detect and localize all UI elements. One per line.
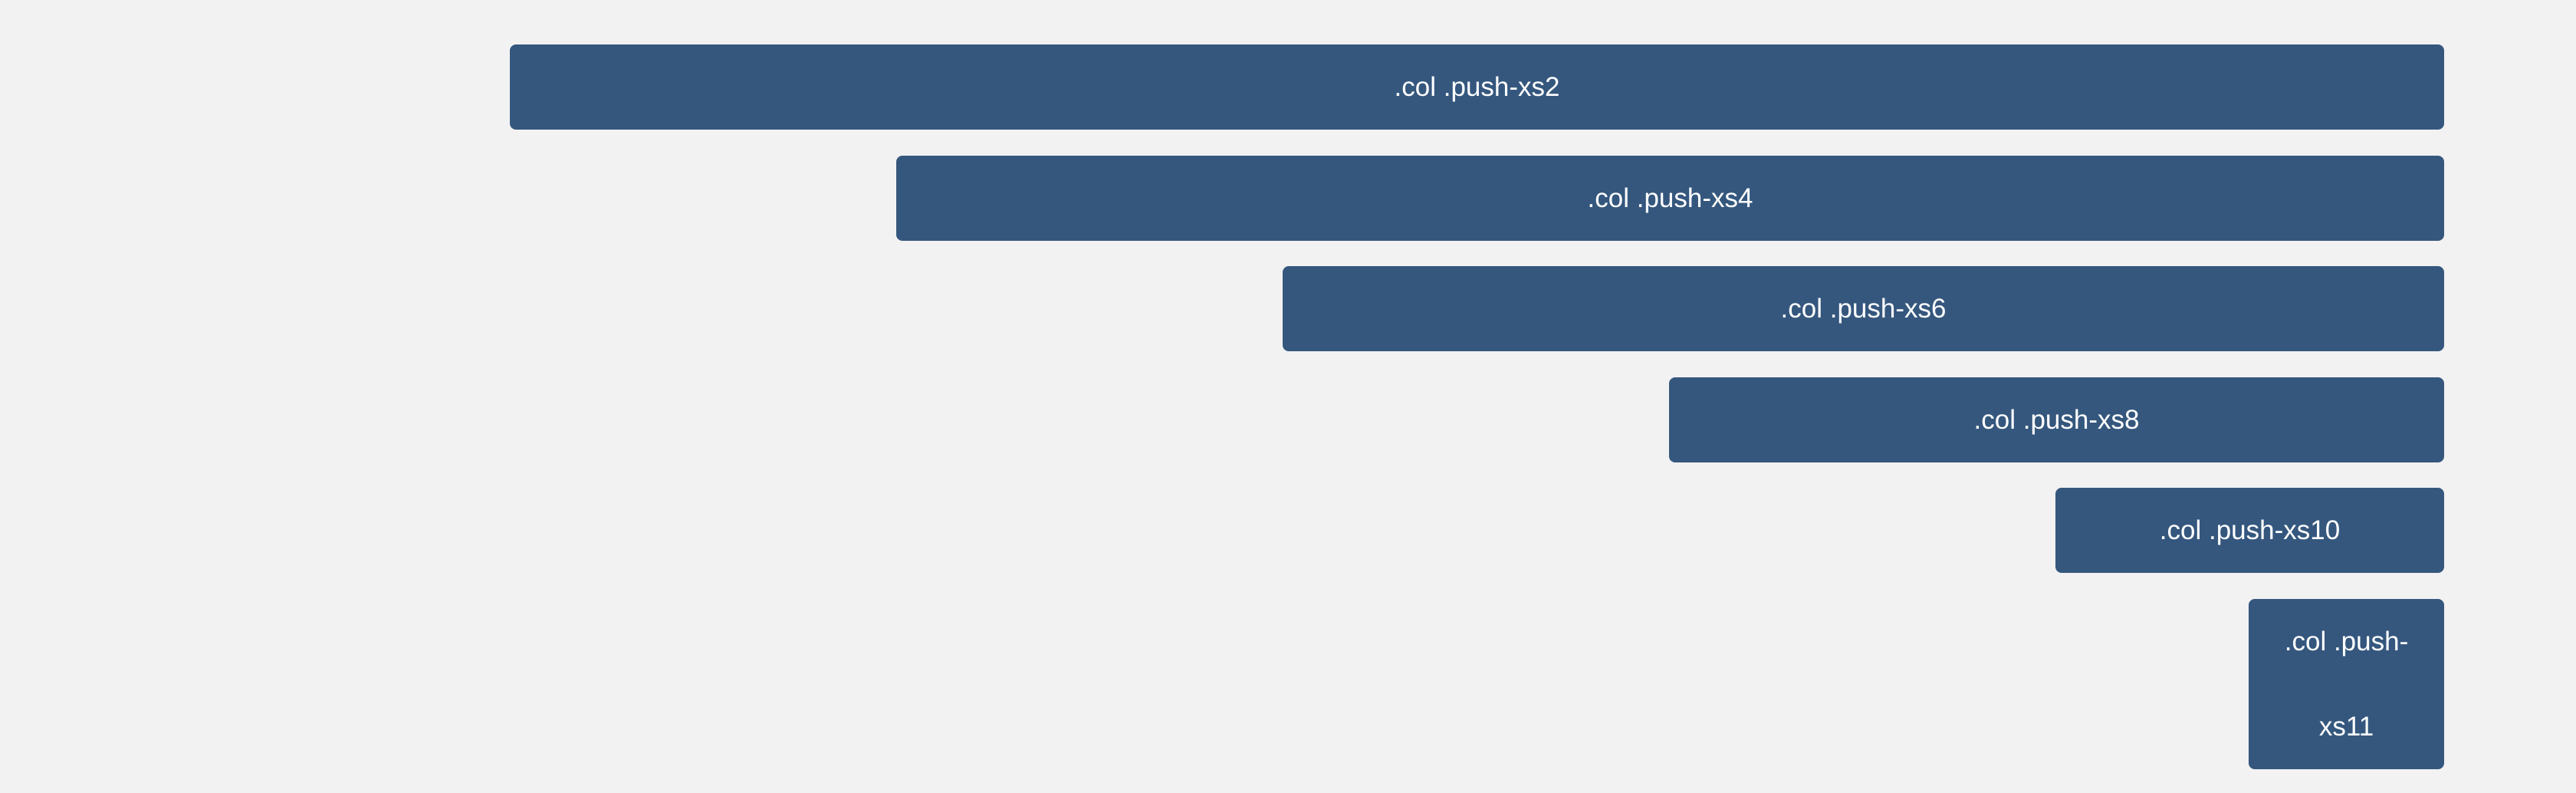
col-push-xs11-label-line1: .col .push- xyxy=(2284,627,2409,656)
col-push-xs11-block: .col .push- xs11 xyxy=(2249,599,2444,769)
col-push-xs2-label: .col .push-xs2 xyxy=(1394,72,1560,102)
col-push-xs11-label-line2: xs11 xyxy=(2318,712,2374,742)
push-grid-demo: .col .push-xs2 .col .push-xs4 .col .push… xyxy=(0,0,2576,793)
col-push-xs4-label: .col .push-xs4 xyxy=(1587,183,1753,213)
col-push-xs8-block: .col .push-xs8 xyxy=(1669,377,2444,462)
col-push-xs6-label: .col .push-xs6 xyxy=(1780,294,1947,324)
col-push-xs10-label: .col .push-xs10 xyxy=(2159,515,2341,545)
col-push-xs8-label: .col .push-xs8 xyxy=(1973,405,2140,435)
col-push-xs2-block: .col .push-xs2 xyxy=(510,44,2444,130)
col-push-xs10-block: .col .push-xs10 xyxy=(2055,488,2444,573)
col-push-xs6-block: .col .push-xs6 xyxy=(1283,266,2444,351)
col-push-xs4-block: .col .push-xs4 xyxy=(896,156,2444,241)
